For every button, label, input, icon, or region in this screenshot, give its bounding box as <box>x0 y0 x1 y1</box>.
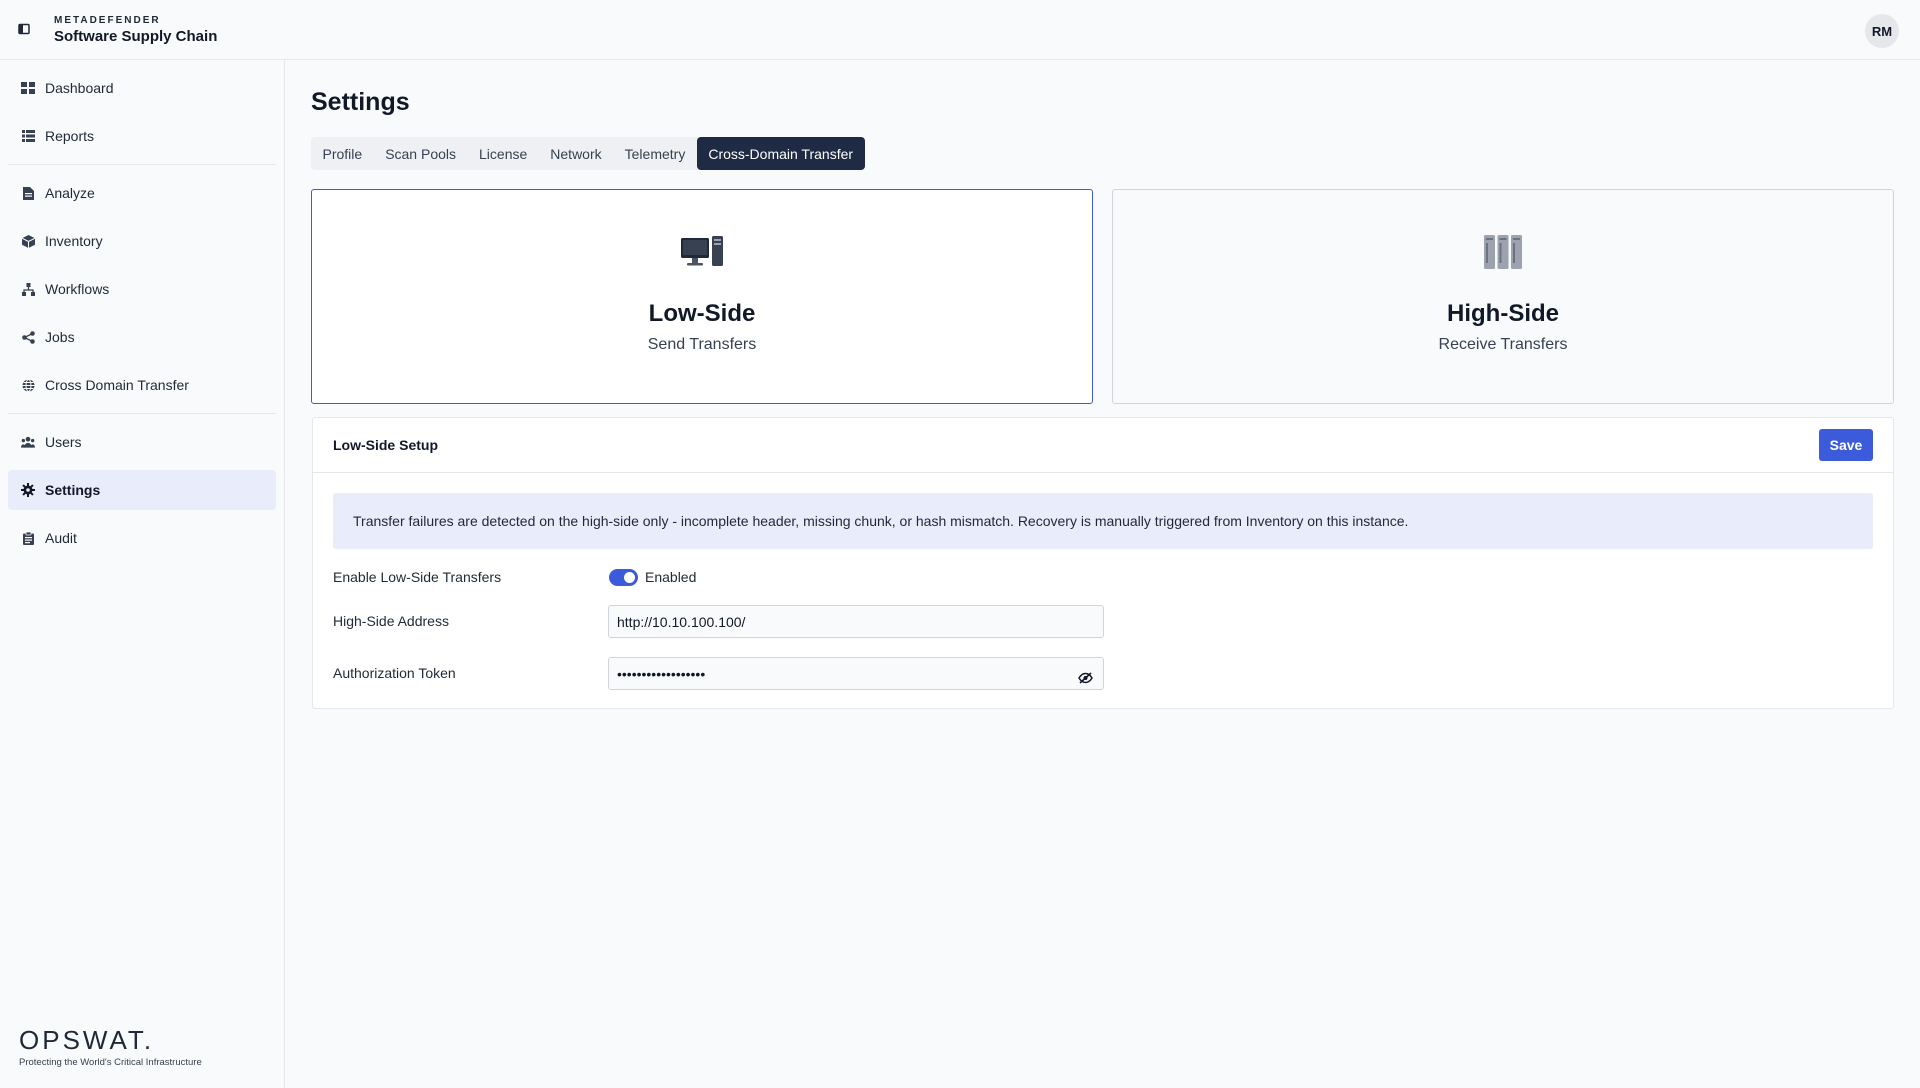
sidebar-item-audit[interactable]: Audit <box>8 518 276 558</box>
sidebar-item-label: Inventory <box>45 233 103 249</box>
high-side-address-input[interactable] <box>608 605 1104 638</box>
low-side-title: Low-Side <box>648 300 756 327</box>
clipboard-icon <box>21 531 35 545</box>
brand-app-name: Software Supply Chain <box>54 28 218 45</box>
low-side-subtitle: Send Transfers <box>647 336 757 353</box>
tab-network[interactable]: Network <box>539 137 613 170</box>
sidebar-item-inventory[interactable]: Inventory <box>8 221 276 261</box>
sidebar-item-label: Users <box>45 434 82 450</box>
sidebar-item-jobs[interactable]: Jobs <box>8 317 276 357</box>
sidebar-item-dashboard[interactable]: Dashboard <box>8 68 276 108</box>
sidebar-toggle-icon[interactable] <box>16 21 32 37</box>
sidebar-item-label: Dashboard <box>45 80 114 96</box>
app-header: METADEFENDER Software Supply Chain RM <box>0 0 1920 60</box>
tab-profile[interactable]: Profile <box>311 137 374 170</box>
low-side-mode-card[interactable]: Low-Side Send Transfers <box>311 189 1093 404</box>
high-side-address-label: High-Side Address <box>333 613 449 629</box>
sidebar-item-label: Audit <box>45 530 77 546</box>
box-icon <box>21 234 35 248</box>
low-side-setup-panel: Low-Side Setup Save Transfer failures ar… <box>312 417 1894 709</box>
sidebar-item-label: Settings <box>45 482 101 498</box>
sidebar: Dashboard Reports Analyze Inventory Work… <box>0 60 285 1088</box>
sidebar-item-analyze[interactable]: Analyze <box>8 173 276 213</box>
sidebar-item-label: Workflows <box>45 281 110 297</box>
authorization-token-input[interactable] <box>608 657 1104 690</box>
sidebar-item-settings[interactable]: Settings <box>8 470 276 510</box>
sidebar-item-reports[interactable]: Reports <box>8 116 276 156</box>
sidebar-divider <box>8 413 276 414</box>
high-side-mode-card[interactable]: High-Side Receive Transfers <box>1112 189 1894 404</box>
sidebar-item-label: Reports <box>45 128 95 144</box>
enable-transfers-state: Enabled <box>645 569 697 585</box>
setup-panel-header: Low-Side Setup Save <box>313 418 1893 473</box>
sidebar-item-label: Cross Domain Transfer <box>45 377 189 393</box>
enable-transfers-toggle[interactable] <box>609 569 638 586</box>
brand-product-line: METADEFENDER <box>54 15 161 26</box>
eye-off-icon[interactable] <box>1077 670 1093 686</box>
list-icon <box>21 129 35 143</box>
high-side-subtitle: Receive Transfers <box>1438 336 1568 353</box>
opswat-tagline: Protecting the World's Critical Infrastr… <box>19 1057 202 1068</box>
high-side-title: High-Side <box>1447 300 1559 327</box>
gear-icon <box>21 483 35 497</box>
share-icon <box>21 330 35 344</box>
opswat-footer: OPSWAT. Protecting the World's Critical … <box>19 1026 202 1068</box>
tab-scan-pools[interactable]: Scan Pools <box>374 137 468 170</box>
tab-telemetry[interactable]: Telemetry <box>613 137 697 170</box>
sidebar-item-workflows[interactable]: Workflows <box>8 269 276 309</box>
sidebar-divider <box>8 164 276 165</box>
server-rack-icon <box>1484 232 1522 272</box>
enable-transfers-label: Enable Low-Side Transfers <box>333 569 502 585</box>
sidebar-item-cross-domain-transfer[interactable]: Cross Domain Transfer <box>8 365 276 405</box>
setup-panel-title: Low-Side Setup <box>333 437 438 453</box>
users-icon <box>21 435 35 449</box>
sidebar-item-users[interactable]: Users <box>8 422 276 462</box>
file-icon <box>21 186 35 200</box>
info-alert: Transfer failures are detected on the hi… <box>333 493 1873 549</box>
globe-icon <box>21 378 35 392</box>
workflow-icon <box>21 282 35 296</box>
dashboard-icon <box>21 81 35 95</box>
app-brand: METADEFENDER Software Supply Chain <box>54 15 217 47</box>
page-title: Settings <box>311 88 410 116</box>
tab-cross-domain-transfer[interactable]: Cross-Domain Transfer <box>696 137 865 170</box>
toggle-knob <box>624 572 635 583</box>
opswat-logo: OPSWAT. <box>19 1025 155 1055</box>
save-button[interactable]: Save <box>1819 429 1873 461</box>
user-avatar[interactable]: RM <box>1865 14 1899 48</box>
settings-tabs: Profile Scan Pools License Network Telem… <box>311 137 865 170</box>
tab-license[interactable]: License <box>468 137 539 170</box>
sidebar-item-label: Analyze <box>45 185 95 201</box>
desktop-computer-icon <box>681 232 723 272</box>
authorization-token-label: Authorization Token <box>333 665 456 681</box>
sidebar-item-label: Jobs <box>45 329 75 345</box>
